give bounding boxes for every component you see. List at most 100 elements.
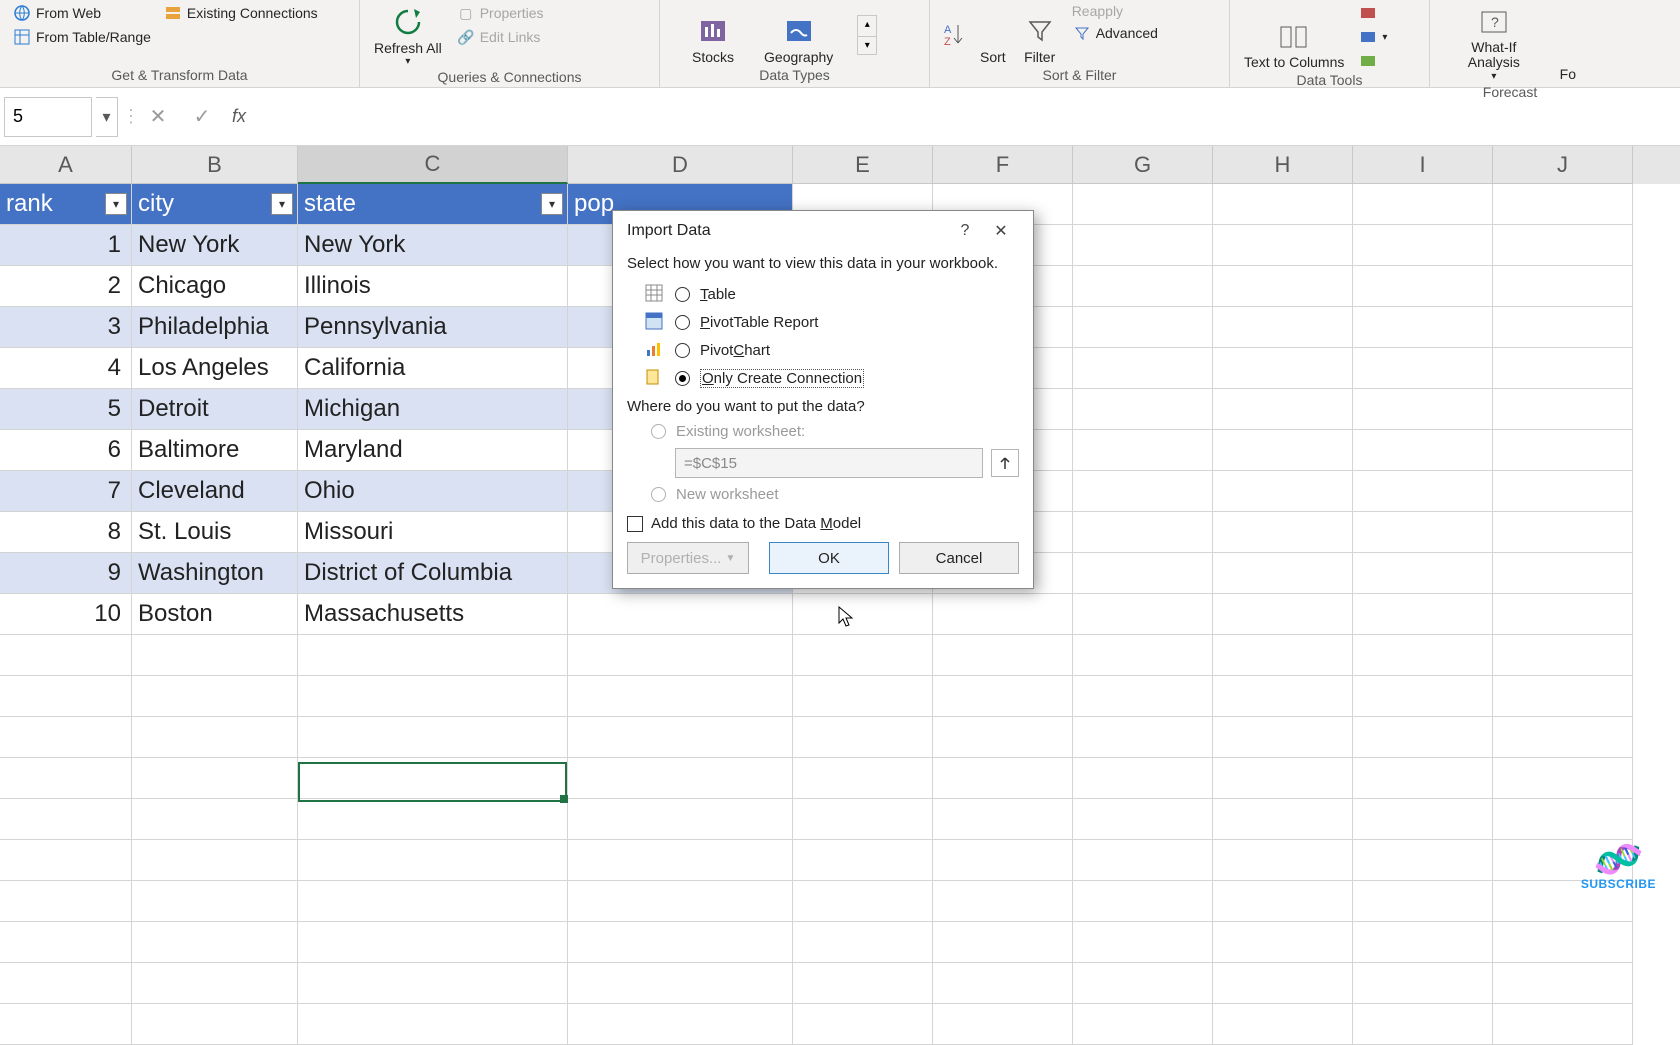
cell-rank[interactable]: 3 (0, 307, 132, 348)
stocks-datatype-button[interactable]: Stocks (686, 11, 740, 67)
col-header-D[interactable]: D (568, 146, 793, 184)
flash-fill-button[interactable] (1354, 2, 1391, 24)
group-label-queries: Queries & Connections (368, 69, 651, 87)
stocks-icon (695, 13, 731, 49)
cell-state[interactable]: Pennsylvania (298, 307, 568, 348)
checkbox-add-to-data-model[interactable] (627, 516, 643, 532)
cell-rank[interactable]: 2 (0, 266, 132, 307)
cell-state[interactable]: Maryland (298, 430, 568, 471)
cell-state[interactable]: District of Columbia (298, 553, 568, 594)
cell-city[interactable]: Boston (132, 594, 298, 635)
dialog-prompt: Select how you want to view this data in… (627, 255, 1019, 272)
radio-pivotchart[interactable] (675, 343, 690, 358)
connection-option-icon (645, 368, 665, 388)
cell-city[interactable]: Philadelphia (132, 307, 298, 348)
name-box[interactable]: 5 (4, 97, 92, 137)
sort-az-button[interactable]: AZ (938, 2, 970, 67)
cell-city[interactable]: Chicago (132, 266, 298, 307)
cell-rank[interactable]: 1 (0, 225, 132, 266)
whatif-icon: ? (1476, 4, 1512, 40)
refresh-icon (390, 4, 426, 40)
dialog-help-button[interactable]: ? (947, 216, 983, 246)
data-validation-icon (1358, 51, 1378, 71)
table-header-state[interactable]: state▾ (298, 184, 568, 225)
sort-button[interactable]: Sort (974, 2, 1012, 67)
cell-state[interactable]: Massachusetts (298, 594, 568, 635)
sort-az-icon: AZ (944, 25, 964, 45)
where-prompt: Where do you want to put the data? (627, 392, 1019, 419)
cell-pop[interactable] (568, 594, 793, 635)
cell-city[interactable]: Washington (132, 553, 298, 594)
cell-state[interactable]: Ohio (298, 471, 568, 512)
cancel-button[interactable]: Cancel (899, 542, 1019, 574)
fx-icon[interactable]: fx (226, 106, 252, 127)
ok-button[interactable]: OK (769, 542, 889, 574)
refresh-all-button[interactable]: Refresh All ▾ (368, 2, 448, 69)
datatype-prev-button[interactable]: ▴ (858, 16, 876, 34)
whatif-analysis-button[interactable]: ? What-If Analysis ▾ (1438, 2, 1550, 84)
cell-rank[interactable]: 8 (0, 512, 132, 553)
filter-button[interactable]: Filter (1016, 2, 1064, 67)
table-row: 10BostonMassachusetts (0, 594, 1680, 635)
cell-city[interactable]: Los Angeles (132, 348, 298, 389)
radio-existing-worksheet (651, 424, 666, 439)
cell-rank[interactable]: 9 (0, 553, 132, 594)
radio-only-connection[interactable] (675, 371, 690, 386)
filter-icon (1022, 13, 1058, 49)
col-header-I[interactable]: I (1353, 146, 1493, 184)
cell-city[interactable]: Cleveland (132, 471, 298, 512)
collapse-dialog-button[interactable] (991, 449, 1019, 477)
col-header-E[interactable]: E (793, 146, 933, 184)
import-data-dialog: Import Data ? ✕ Select how you want to v… (612, 210, 1034, 589)
cell-rank[interactable]: 6 (0, 430, 132, 471)
cell-city[interactable]: New York (132, 225, 298, 266)
col-header-C[interactable]: C (298, 146, 568, 184)
filter-dropdown-icon[interactable]: ▾ (541, 193, 563, 215)
col-header-J[interactable]: J (1493, 146, 1633, 184)
group-label-get-transform: Get & Transform Data (8, 67, 351, 85)
datatype-next-button[interactable]: ▾ (858, 36, 876, 54)
cell-rank[interactable]: 10 (0, 594, 132, 635)
formula-input[interactable] (256, 97, 1676, 137)
advanced-filter-button[interactable]: Advanced (1068, 22, 1162, 44)
from-web-button[interactable]: From Web (8, 2, 155, 24)
cell-state[interactable]: Michigan (298, 389, 568, 430)
cell-city[interactable]: Baltimore (132, 430, 298, 471)
radio-pivottable[interactable] (675, 315, 690, 330)
remove-duplicates-button[interactable]: ▾ (1354, 26, 1391, 48)
cell-city[interactable]: Detroit (132, 389, 298, 430)
cell-state[interactable]: California (298, 348, 568, 389)
text-to-columns-button[interactable]: Text to Columns (1238, 2, 1350, 72)
group-label-datatools: Data Tools (1238, 72, 1421, 90)
col-header-A[interactable]: A (0, 146, 132, 184)
cell-state[interactable]: Missouri (298, 512, 568, 553)
geography-datatype-button[interactable]: Geography (758, 11, 839, 67)
forecast-sheet-button[interactable]: Fo (1554, 2, 1582, 84)
ribbon: From Web From Table/Range Existing Conne… (0, 0, 1680, 88)
filter-dropdown-icon[interactable]: ▾ (271, 193, 293, 215)
cell-city[interactable]: St. Louis (132, 512, 298, 553)
from-table-range-button[interactable]: From Table/Range (8, 26, 155, 48)
dialog-close-button[interactable]: ✕ (983, 216, 1019, 246)
cancel-formula-button[interactable]: ✕ (138, 101, 178, 133)
table-header-city[interactable]: city▾ (132, 184, 298, 225)
formula-bar: 5 ▾ ⋮ ✕ ✓ fx (0, 88, 1680, 146)
table-header-rank[interactable]: rank▾ (0, 184, 132, 225)
filter-dropdown-icon[interactable]: ▾ (105, 193, 127, 215)
radio-table[interactable] (675, 287, 690, 302)
data-validation-button[interactable] (1354, 50, 1391, 72)
col-header-F[interactable]: F (933, 146, 1073, 184)
col-header-G[interactable]: G (1073, 146, 1213, 184)
existing-connections-button[interactable]: Existing Connections (159, 2, 322, 24)
enter-formula-button[interactable]: ✓ (182, 101, 222, 133)
cell-rank[interactable]: 4 (0, 348, 132, 389)
cell-rank[interactable]: 5 (0, 389, 132, 430)
dialog-title: Import Data (627, 222, 711, 240)
cell-rank[interactable]: 7 (0, 471, 132, 512)
cell-state[interactable]: New York (298, 225, 568, 266)
properties-dialog-button: Properties...▼ (627, 542, 749, 574)
name-box-dropdown[interactable]: ▾ (96, 97, 118, 137)
col-header-H[interactable]: H (1213, 146, 1353, 184)
col-header-B[interactable]: B (132, 146, 298, 184)
cell-state[interactable]: Illinois (298, 266, 568, 307)
